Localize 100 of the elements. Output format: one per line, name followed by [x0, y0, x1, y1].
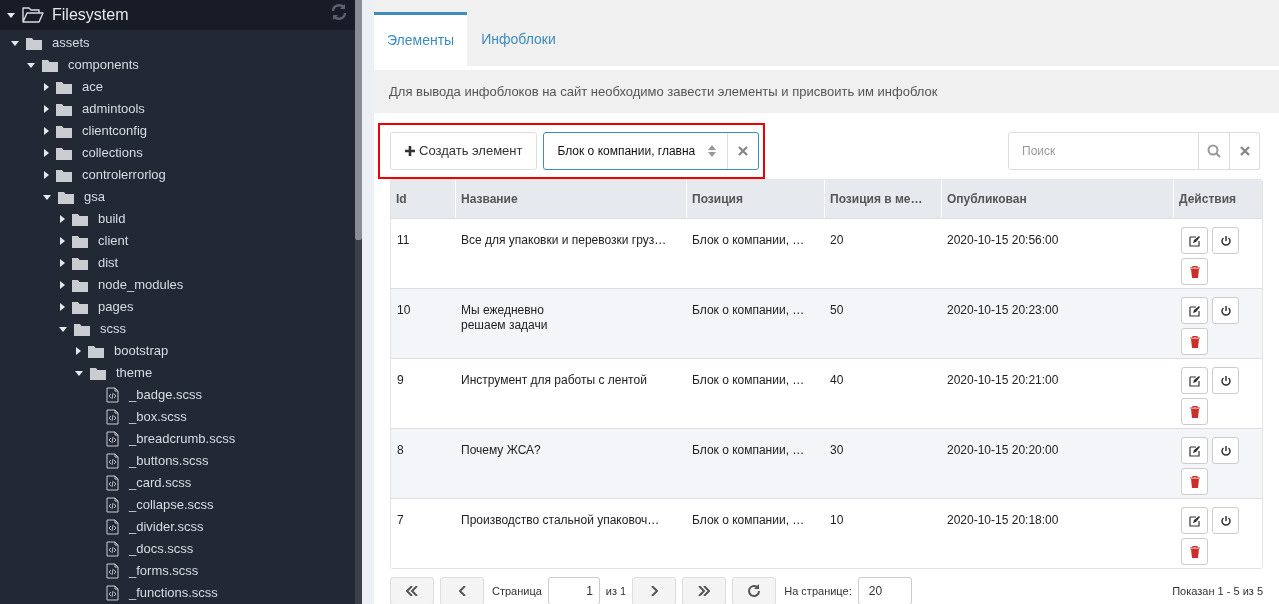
create-button[interactable]: Создать элемент — [390, 132, 538, 170]
caret-down-icon[interactable] — [42, 193, 52, 201]
folder-icon — [42, 58, 58, 72]
power-button[interactable] — [1212, 367, 1239, 394]
edit-button[interactable] — [1181, 507, 1208, 534]
file-name[interactable]: _forms.scss — [129, 561, 199, 581]
code-file-icon — [106, 387, 119, 403]
folder-name[interactable]: assets — [52, 33, 90, 53]
edit-button[interactable] — [1181, 437, 1208, 464]
table-cell-text: 7 — [397, 513, 405, 528]
first-page-button[interactable] — [390, 577, 434, 604]
caret-right-icon[interactable] — [58, 302, 66, 312]
page-label: Страница — [492, 583, 542, 599]
folder-name[interactable]: components — [68, 55, 139, 75]
folder-icon — [56, 102, 72, 116]
file-name[interactable]: _card.scss — [129, 473, 192, 493]
power-icon — [1219, 304, 1232, 317]
file-name[interactable]: _buttons.scss — [129, 451, 209, 471]
power-button[interactable] — [1212, 227, 1239, 254]
caret-right-icon[interactable] — [42, 148, 50, 158]
power-button[interactable] — [1212, 437, 1239, 464]
table-cell-text: 10 — [830, 513, 845, 528]
caret-right-icon[interactable] — [74, 346, 82, 356]
folder-name[interactable]: dist — [98, 253, 119, 273]
refresh-button[interactable] — [732, 577, 777, 604]
code-file-icon — [106, 585, 119, 601]
edit-icon — [1188, 304, 1201, 317]
caret-right-icon[interactable] — [58, 214, 66, 224]
previous-page-button[interactable] — [440, 577, 484, 604]
column-header[interactable]: Id — [396, 190, 407, 208]
tab[interactable]: Элементы — [374, 12, 468, 66]
file-name[interactable]: _collapse.scss — [129, 495, 214, 515]
double-left-icon — [406, 586, 418, 596]
folder-name[interactable]: collections — [82, 143, 143, 163]
caret-down-icon[interactable] — [26, 61, 36, 69]
table-cell-text: Блок о компании, … — [692, 443, 806, 458]
folder-name[interactable]: bootstrap — [114, 341, 169, 361]
refresh-icon[interactable] — [330, 3, 348, 21]
caret-down-icon[interactable] — [58, 325, 68, 333]
power-button[interactable] — [1212, 507, 1239, 534]
filter-select[interactable]: Блок о компании, главна — [543, 132, 760, 170]
caret-down-icon[interactable] — [74, 369, 84, 377]
scrollbar[interactable] — [355, 0, 362, 240]
folder-name[interactable]: node_modules — [98, 275, 184, 295]
file-name[interactable]: _breadcrumb.scss — [129, 429, 236, 449]
folder-name[interactable]: controlerrorlog — [82, 165, 166, 185]
file-name[interactable]: _functions.scss — [129, 583, 218, 603]
column-header[interactable]: Позиция — [692, 190, 743, 208]
caret-right-icon[interactable] — [42, 170, 50, 180]
edit-button[interactable] — [1181, 297, 1208, 324]
caret-down-icon[interactable] — [10, 39, 20, 47]
power-icon — [1219, 374, 1232, 387]
column-header[interactable]: Позиция в ме… — [830, 190, 923, 208]
caret-right-icon[interactable] — [58, 236, 66, 246]
per-page-field[interactable]: 20 — [857, 577, 912, 604]
column-header[interactable]: Название — [461, 190, 518, 208]
table-cell-text: 2020-10-15 20:56:00 — [947, 233, 1060, 248]
table-cell-text: Все для упаковки и перевозки груз… — [461, 233, 668, 248]
file-name[interactable]: _docs.scss — [129, 539, 194, 559]
folder-name[interactable]: gsa — [84, 187, 105, 207]
table-cell-text: Мы ежедневно решаем задачи — [461, 303, 549, 333]
file-name[interactable]: _divider.scss — [129, 517, 204, 537]
column-header[interactable]: Действия — [1179, 190, 1237, 208]
caret-right-icon[interactable] — [58, 280, 66, 290]
column-header[interactable]: Опубликован — [947, 190, 1027, 208]
search-field[interactable]: Поиск — [1008, 132, 1199, 170]
trash-icon — [1189, 475, 1200, 488]
folder-name[interactable]: client — [98, 231, 129, 251]
folder-name[interactable]: admintools — [82, 99, 145, 119]
caret-right-icon[interactable] — [42, 126, 50, 136]
caret-right-icon[interactable] — [42, 82, 50, 92]
table-cell-text: Блок о компании, … — [692, 373, 806, 388]
info-text: Для вывода инфоблоков на сайт необходимо завести элементы и присвоить им инфоблок — [374, 70, 1279, 113]
edit-button[interactable] — [1181, 367, 1208, 394]
delete-button[interactable] — [1181, 328, 1208, 355]
clear-button[interactable] — [1230, 132, 1260, 170]
delete-button[interactable] — [1181, 538, 1208, 565]
file-name[interactable]: _box.scss — [129, 407, 187, 427]
delete-button[interactable] — [1181, 468, 1208, 495]
delete-button[interactable] — [1181, 258, 1208, 285]
folder-name[interactable]: ace — [82, 77, 103, 97]
last-page-button[interactable] — [682, 577, 727, 604]
page-field[interactable]: 1 — [547, 577, 600, 604]
folder-name[interactable]: build — [98, 209, 126, 229]
power-button[interactable] — [1212, 297, 1239, 324]
caret-right-icon[interactable] — [42, 104, 50, 114]
next-page-button[interactable] — [632, 577, 677, 604]
search-button[interactable] — [1199, 132, 1230, 170]
caret-right-icon[interactable] — [58, 258, 66, 268]
clear-icon[interactable] — [738, 146, 749, 156]
file-name[interactable]: _badge.scss — [129, 385, 202, 405]
folder-name[interactable]: theme — [116, 363, 153, 383]
trash-icon — [1189, 545, 1200, 558]
folder-name[interactable]: pages — [98, 297, 134, 317]
search-icon — [1207, 144, 1221, 158]
edit-button[interactable] — [1181, 227, 1208, 254]
caret-down-icon[interactable] — [6, 11, 16, 19]
folder-name[interactable]: clientconfig — [82, 121, 148, 141]
delete-button[interactable] — [1181, 398, 1208, 425]
folder-name[interactable]: scss — [100, 319, 126, 339]
